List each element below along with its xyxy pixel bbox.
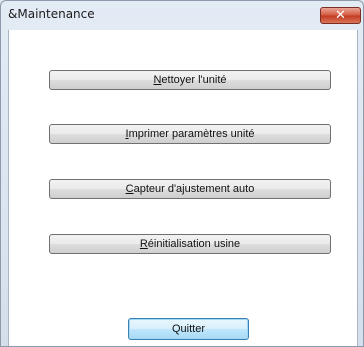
quit-button[interactable]: Quitter	[128, 318, 249, 340]
dialog-body: Nettoyer l'unité Imprimer paramètres uni…	[8, 30, 358, 346]
print-unit-settings-label: Imprimer paramètres unité	[125, 128, 255, 140]
clean-unit-button[interactable]: Nettoyer l'unité	[49, 70, 331, 90]
close-button[interactable]: ✕	[320, 7, 361, 24]
window-title: &Maintenance	[8, 7, 95, 21]
factory-reset-button[interactable]: Réinitialisation usine	[49, 234, 331, 254]
factory-reset-label: Réinitialisation usine	[139, 238, 241, 250]
quit-label: Quitter	[171, 323, 205, 335]
clean-unit-label: Nettoyer l'unité	[153, 74, 227, 86]
title-bar[interactable]: &Maintenance ✕	[1, 1, 363, 29]
print-unit-settings-button[interactable]: Imprimer paramètres unité	[49, 124, 331, 144]
auto-adjust-sensor-label: Capteur d'ajustement auto	[125, 183, 255, 195]
auto-adjust-sensor-button[interactable]: Capteur d'ajustement auto	[49, 179, 331, 199]
maintenance-dialog: &Maintenance ✕ Nettoyer l'unité Imprimer…	[0, 0, 364, 347]
close-icon: ✕	[335, 8, 346, 23]
